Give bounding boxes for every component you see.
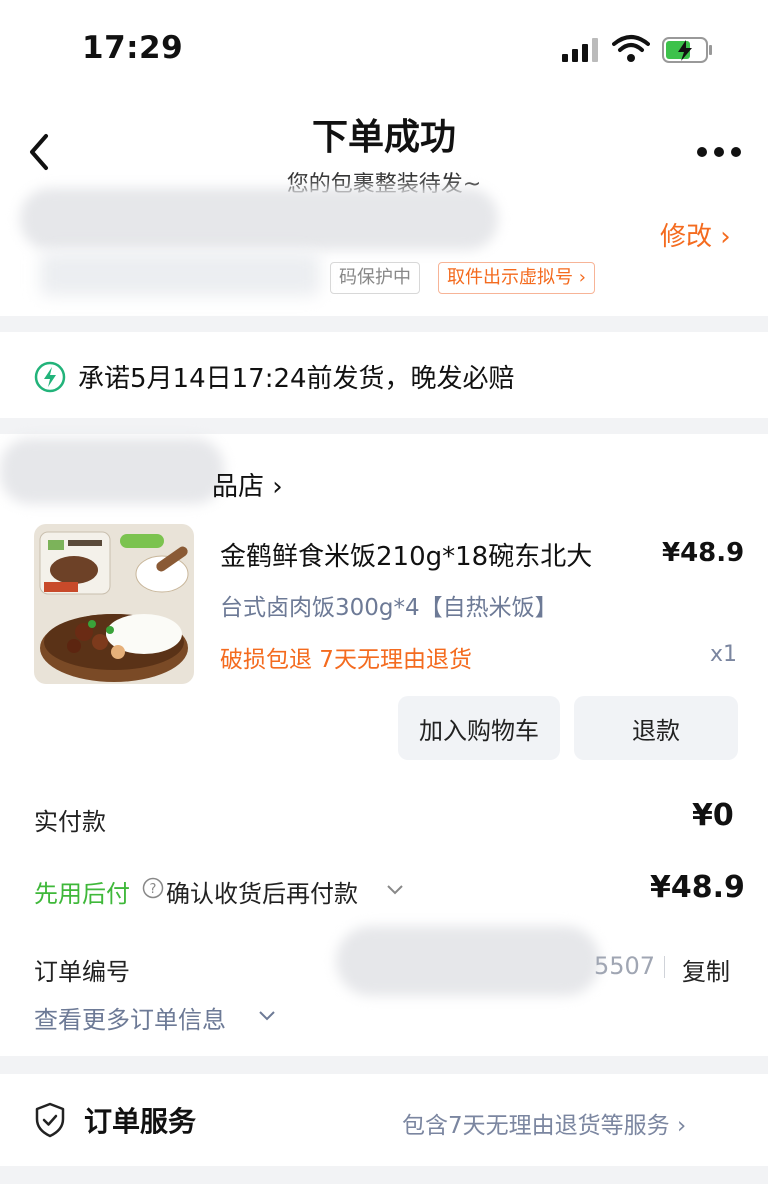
add-to-cart-button[interactable]: 加入购物车 (398, 696, 560, 760)
product-service-tags: 破损包退 7天无理由退货 (220, 647, 472, 673)
shipping-promise-text: 承诺5月14日17:24前发货，晚发必赔 (78, 364, 515, 394)
shield-icon (35, 1102, 65, 1138)
status-time: 17:29 (82, 30, 184, 66)
wifi-icon (612, 35, 650, 62)
privacy-protection-tag: 码保护中 (330, 262, 420, 294)
modify-address-link[interactable]: 修改 › (660, 216, 731, 253)
virtual-number-tag[interactable]: 取件出示虚拟号 › (438, 262, 595, 294)
more-order-info-link[interactable]: 查看更多订单信息 (34, 1000, 226, 1035)
refund-button[interactable]: 退款 (574, 696, 738, 760)
divider (664, 956, 665, 978)
copy-order-number-button[interactable]: 复制 (682, 952, 730, 987)
paid-amount-label: 实付款 (34, 808, 106, 836)
battery-charging-icon (662, 37, 712, 63)
redacted-order-number (336, 926, 600, 996)
chevron-down-icon[interactable] (258, 1010, 276, 1022)
order-service-label: 订单服务 (84, 1105, 197, 1138)
shop-name-link[interactable]: 品店 › (212, 466, 283, 503)
order-number-tail: 5507 (594, 952, 656, 980)
page-title: 下单成功 (311, 117, 456, 158)
product-spec: 台式卤肉饭300g*4【自热米饭】 (220, 595, 558, 621)
chevron-down-icon[interactable] (386, 884, 404, 896)
product-title[interactable]: 金鹤鲜食米饭210g*18碗东北大 (220, 536, 592, 573)
question-icon[interactable]: ? (142, 877, 164, 899)
product-price: ¥48.9 (662, 538, 745, 568)
product-image[interactable] (34, 524, 194, 684)
lightning-icon (34, 361, 66, 393)
redacted-shop-name (0, 438, 224, 504)
signal-icon (562, 38, 598, 62)
more-icon[interactable] (696, 146, 742, 158)
order-number-label: 订单编号 (34, 958, 130, 986)
redacted-address-line (40, 252, 320, 296)
product-quantity: x1 (710, 642, 738, 667)
pay-later-label: 先用后付 (34, 880, 130, 908)
order-service-description[interactable]: 包含7天无理由退货等服务 › (402, 1106, 686, 1140)
redacted-address (20, 188, 498, 250)
paid-amount-value: ¥0 (692, 798, 734, 833)
pay-later-description[interactable]: 确认收货后再付款 (166, 874, 358, 909)
svg-text:?: ? (150, 882, 157, 897)
pay-later-price: ¥48.9 (650, 870, 745, 905)
